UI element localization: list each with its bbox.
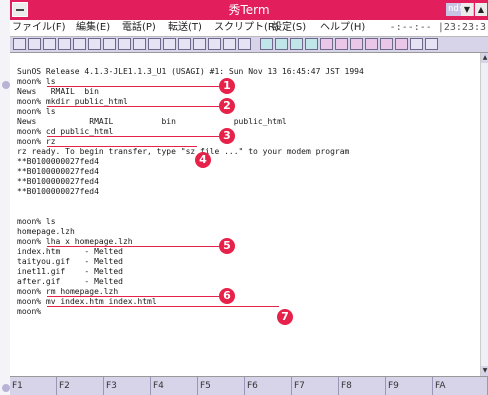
toolbar-icon[interactable] <box>58 38 71 50</box>
toolbar-icon[interactable] <box>260 38 273 50</box>
function-key[interactable]: F4 <box>151 377 198 395</box>
terminal-line: **B0100000027fed4 <box>17 177 99 186</box>
function-key[interactable]: F8 <box>339 377 386 395</box>
menu-script[interactable]: スクリプト(R) <box>214 20 279 36</box>
terminal-line: rz ready. To begin transfer, type "sz fi… <box>17 147 350 156</box>
terminal-line: index.htm - Melted <box>17 247 123 256</box>
function-key-bar: F1 F2 F3 F4 F5 F6 F7 F8 F9 FA <box>10 376 488 395</box>
step-marker: 2 <box>219 98 235 114</box>
annotation-underline <box>47 146 197 147</box>
toolbar-icon[interactable] <box>88 38 101 50</box>
toolbar-icon[interactable] <box>395 38 408 50</box>
function-key[interactable]: F7 <box>292 377 339 395</box>
annotation-underline <box>47 306 279 307</box>
function-key[interactable]: FA <box>433 377 488 395</box>
toolbar-icon[interactable] <box>320 38 333 50</box>
toolbar-icon[interactable] <box>148 38 161 50</box>
terminal-line: **B0100000027fed4 <box>17 187 99 196</box>
toolbar-icon[interactable] <box>238 38 251 50</box>
toolbar-icon[interactable] <box>103 38 116 50</box>
toolbar-icon[interactable] <box>133 38 146 50</box>
toolbar-icon[interactable] <box>208 38 221 50</box>
toolbar-icon[interactable] <box>223 38 236 50</box>
function-key[interactable]: F6 <box>245 377 292 395</box>
annotation-underline <box>47 106 221 107</box>
terminal-line: homepage.lzh <box>17 227 75 236</box>
menu-edit[interactable]: 編集(E) <box>76 20 110 36</box>
menu-settings[interactable]: 設定(S) <box>272 20 306 36</box>
terminal-line: moon% <box>17 307 42 316</box>
toolbar-icon[interactable] <box>365 38 378 50</box>
window-title: 秀Term <box>228 3 270 17</box>
toolbar-icon[interactable] <box>43 38 56 50</box>
step-marker: 4 <box>195 152 211 168</box>
toolbar-icon[interactable] <box>275 38 288 50</box>
scroll-up-icon[interactable]: ▲ <box>481 53 488 63</box>
toolbar-icon[interactable] <box>410 38 423 50</box>
toolbar-icon[interactable] <box>335 38 348 50</box>
annotation-underline <box>47 296 221 297</box>
toolbar-icon[interactable] <box>193 38 206 50</box>
toolbar-icon[interactable] <box>118 38 131 50</box>
toolbar-icon[interactable] <box>290 38 303 50</box>
annotation-underline <box>47 246 221 247</box>
function-key[interactable]: F1 <box>10 377 57 395</box>
menu-transfer[interactable]: 転送(T) <box>168 20 202 36</box>
terminal-line: SunOS Release 4.1.3-JLE1.1.3_U1 (USAGI) … <box>17 67 364 76</box>
step-marker: 7 <box>277 309 293 325</box>
function-key[interactable]: F2 <box>57 377 104 395</box>
toolbar-icon[interactable] <box>163 38 176 50</box>
toolbar <box>10 37 488 53</box>
step-marker: 5 <box>219 238 235 254</box>
step-marker: 3 <box>219 128 235 144</box>
menu-bar: ファイル(F) 編集(E) 電話(P) 転送(T) スクリプト(R) 設定(S)… <box>10 20 488 37</box>
minimize-icon[interactable]: ▼ <box>461 3 473 16</box>
menu-help[interactable]: ヘルプ(H) <box>320 20 365 36</box>
terminal-line: **B0100000027fed4 <box>17 167 99 176</box>
annotation-underline <box>47 86 221 87</box>
toolbar-icon[interactable] <box>350 38 363 50</box>
toolbar-icon[interactable] <box>73 38 86 50</box>
terminal-line: taityou.gif - Melted <box>17 257 123 266</box>
function-key[interactable]: F5 <box>198 377 245 395</box>
terminal-line: moon% ls <box>17 217 56 226</box>
annotation-underline <box>47 136 221 137</box>
clock: -:--:-- |23:23:3 <box>389 22 486 33</box>
toolbar-icon[interactable] <box>425 38 438 50</box>
decorative-dot <box>2 81 10 89</box>
step-marker: 6 <box>219 288 235 304</box>
step-marker: 1 <box>219 78 235 94</box>
terminal-line: **B0100000027fed4 <box>17 157 99 166</box>
toolbar-icon[interactable] <box>178 38 191 50</box>
terminal-line: News RMAIL bin public_html <box>17 117 287 126</box>
menu-phone[interactable]: 電話(P) <box>122 20 156 36</box>
function-key[interactable]: F3 <box>104 377 151 395</box>
toolbar-icon[interactable] <box>305 38 318 50</box>
terminal-line: News RMAIL bin <box>17 87 99 96</box>
scroll-down-icon[interactable]: ▼ <box>481 366 488 376</box>
terminal-line: moon% ls <box>17 107 56 116</box>
title-bar: 秀Term ndsd ▼ ▲ <box>10 0 488 20</box>
terminal-line: after.gif - Melted <box>17 277 123 286</box>
function-key[interactable]: F9 <box>386 377 433 395</box>
terminal-output[interactable]: SunOS Release 4.1.3-JLE1.1.3_U1 (USAGI) … <box>10 53 480 376</box>
toolbar-icon[interactable] <box>13 38 26 50</box>
toolbar-icon[interactable] <box>28 38 41 50</box>
vertical-scrollbar[interactable]: ▲ ▼ <box>480 53 488 376</box>
terminal-window: 秀Term ndsd ▼ ▲ ファイル(F) 編集(E) 電話(P) 転送(T)… <box>10 0 488 395</box>
menu-file[interactable]: ファイル(F) <box>12 20 66 36</box>
decorative-dot <box>2 384 10 392</box>
terminal-line: inet11.gif - Melted <box>17 267 123 276</box>
toolbar-icon[interactable] <box>380 38 393 50</box>
maximize-icon[interactable]: ▲ <box>475 3 487 16</box>
